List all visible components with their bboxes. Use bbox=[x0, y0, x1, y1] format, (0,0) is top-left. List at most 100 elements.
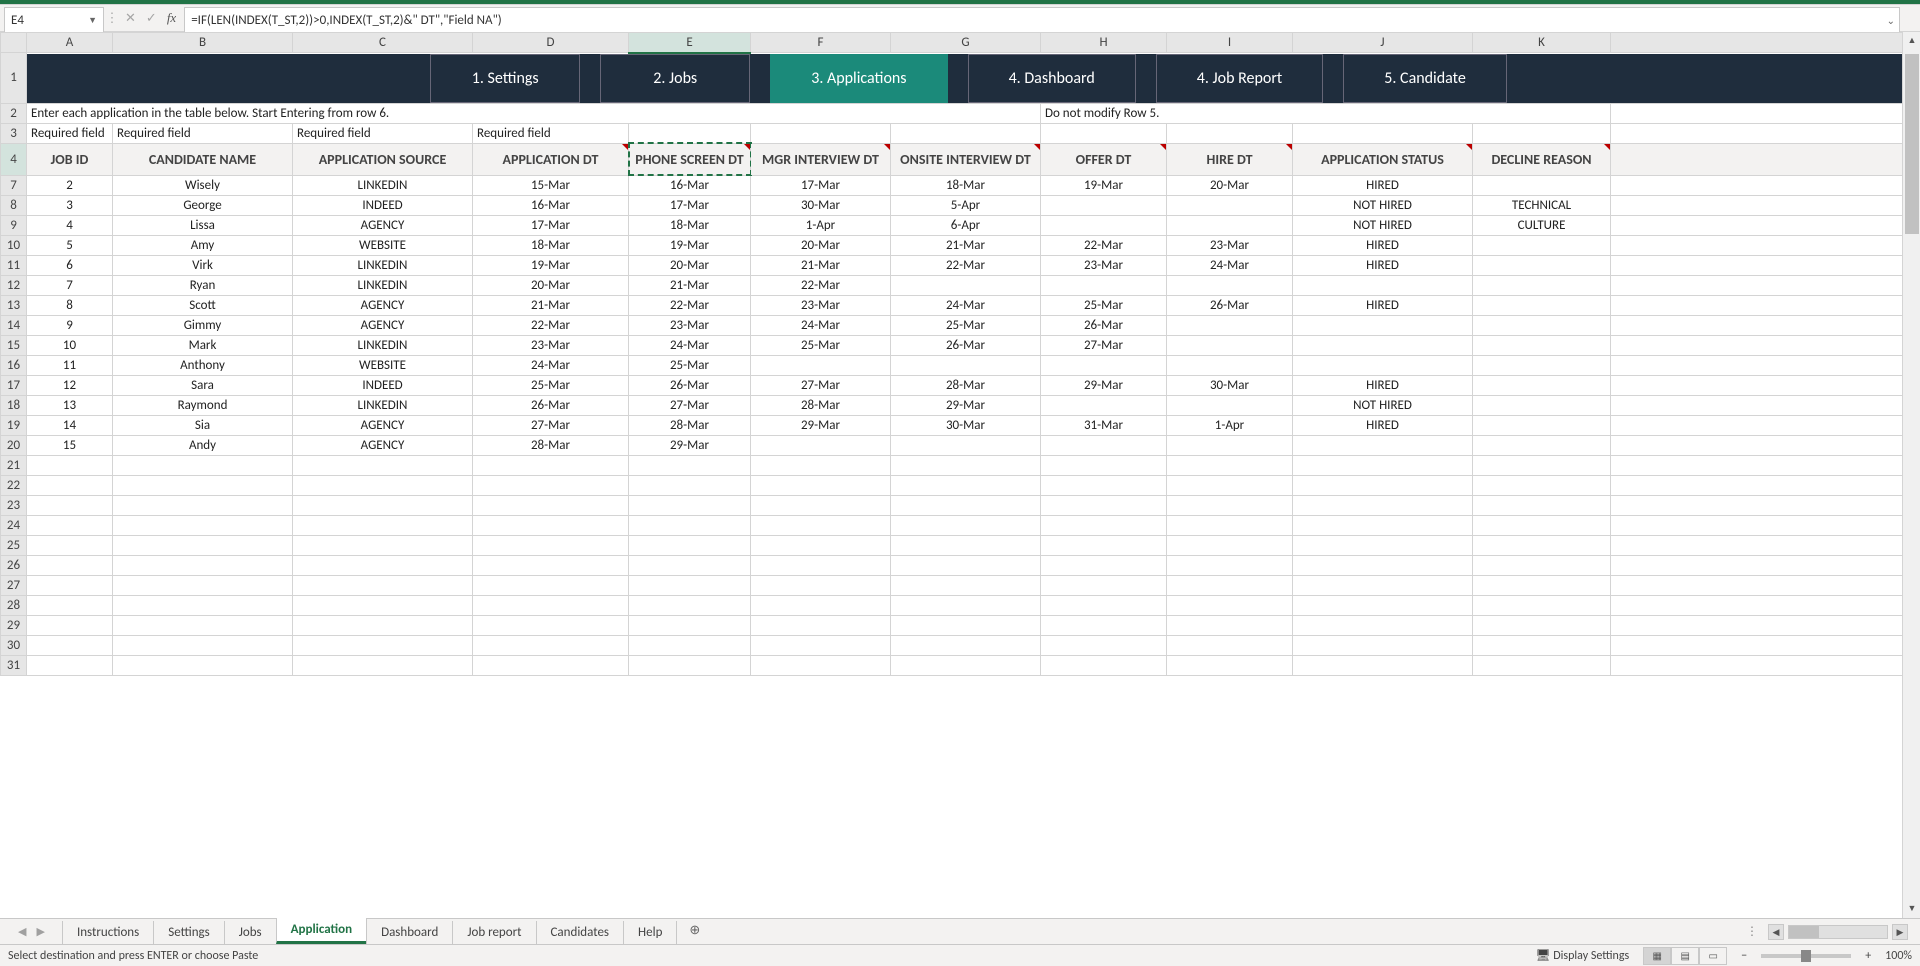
empty-cell[interactable] bbox=[1473, 655, 1611, 675]
table-header-3[interactable]: APPLICATION DT bbox=[473, 143, 629, 175]
cell-r13-c5[interactable]: 23-Mar bbox=[751, 295, 891, 315]
cell-r20-c10[interactable] bbox=[1473, 435, 1611, 455]
cell-r20-c7[interactable] bbox=[1041, 435, 1167, 455]
empty-cell[interactable] bbox=[751, 515, 891, 535]
empty-cell[interactable] bbox=[1293, 455, 1473, 475]
empty-cell[interactable] bbox=[1611, 535, 1911, 555]
cell-r9-c9[interactable]: NOT HIRED bbox=[1293, 215, 1473, 235]
empty-cell[interactable] bbox=[473, 555, 629, 575]
empty-cell[interactable] bbox=[751, 595, 891, 615]
empty-cell[interactable] bbox=[891, 495, 1041, 515]
empty-cell[interactable] bbox=[751, 555, 891, 575]
empty-cell[interactable] bbox=[113, 535, 293, 555]
empty-cell[interactable] bbox=[1041, 655, 1167, 675]
cell-r13-c4[interactable]: 22-Mar bbox=[629, 295, 751, 315]
normal-view-icon[interactable]: ▦ bbox=[1643, 947, 1671, 965]
cell-r12-c7[interactable] bbox=[1041, 275, 1167, 295]
comment-indicator-icon[interactable] bbox=[622, 144, 628, 150]
cell-r12-c5[interactable]: 22-Mar bbox=[751, 275, 891, 295]
empty-cell[interactable] bbox=[473, 515, 629, 535]
cell-r7-c5[interactable]: 17-Mar bbox=[751, 175, 891, 195]
cell-r14-c4[interactable]: 23-Mar bbox=[629, 315, 751, 335]
empty-cell[interactable] bbox=[27, 475, 113, 495]
empty-cell[interactable] bbox=[891, 515, 1041, 535]
cell-r18-c10[interactable] bbox=[1473, 395, 1611, 415]
table-header-2[interactable]: APPLICATION SOURCE bbox=[293, 143, 473, 175]
empty-cell[interactable] bbox=[1167, 595, 1293, 615]
cell-r17-c5[interactable]: 27-Mar bbox=[751, 375, 891, 395]
empty-cell[interactable] bbox=[1041, 575, 1167, 595]
cell-r16-c7[interactable] bbox=[1041, 355, 1167, 375]
cell-r7-c7[interactable]: 19-Mar bbox=[1041, 175, 1167, 195]
empty-cell[interactable] bbox=[1611, 575, 1911, 595]
cell-r17-c0[interactable]: 12 bbox=[27, 375, 113, 395]
empty-cell[interactable] bbox=[473, 475, 629, 495]
empty-cell[interactable] bbox=[1167, 455, 1293, 475]
empty-cell[interactable] bbox=[629, 615, 751, 635]
tab-prev-icon[interactable]: ◀ bbox=[18, 925, 26, 938]
empty-cell[interactable] bbox=[629, 555, 751, 575]
empty-cell[interactable] bbox=[27, 515, 113, 535]
table-header-4[interactable]: PHONE SCREEN DT bbox=[629, 143, 751, 175]
cell-r10-c7[interactable]: 22-Mar bbox=[1041, 235, 1167, 255]
cell-r19-c3[interactable]: 27-Mar bbox=[473, 415, 629, 435]
comment-indicator-icon[interactable] bbox=[1286, 144, 1292, 150]
row-header-14[interactable]: 14 bbox=[1, 315, 27, 335]
empty-cell[interactable] bbox=[751, 655, 891, 675]
cell-r12-c10[interactable] bbox=[1473, 275, 1611, 295]
cell-r19-c8[interactable]: 1-Apr bbox=[1167, 415, 1293, 435]
cell-r18-c7[interactable] bbox=[1041, 395, 1167, 415]
cell-r9-c8[interactable] bbox=[1167, 215, 1293, 235]
empty-cell[interactable] bbox=[293, 555, 473, 575]
cell-r17-c3[interactable]: 25-Mar bbox=[473, 375, 629, 395]
cell-r7-c8[interactable]: 20-Mar bbox=[1167, 175, 1293, 195]
cell-r8-c0[interactable]: 3 bbox=[27, 195, 113, 215]
cell-r18-c0[interactable]: 13 bbox=[27, 395, 113, 415]
empty-cell[interactable] bbox=[293, 495, 473, 515]
empty-cell[interactable] bbox=[1167, 575, 1293, 595]
formula-input[interactable]: =IF(LEN(INDEX(T_ST,2))>0,INDEX(T_ST,2)&"… bbox=[184, 7, 1900, 33]
cell-r20-c5[interactable] bbox=[751, 435, 891, 455]
cell-r9-c0[interactable]: 4 bbox=[27, 215, 113, 235]
empty-cell[interactable] bbox=[113, 655, 293, 675]
sheet-tab-help[interactable]: Help bbox=[623, 921, 677, 944]
cell-r17-c2[interactable]: INDEED bbox=[293, 375, 473, 395]
empty-cell[interactable] bbox=[629, 495, 751, 515]
sheet-tab-dashboard[interactable]: Dashboard bbox=[366, 921, 453, 944]
empty-cell[interactable] bbox=[629, 655, 751, 675]
empty-cell[interactable] bbox=[751, 535, 891, 555]
cell-r20-c8[interactable] bbox=[1167, 435, 1293, 455]
empty-cell[interactable] bbox=[473, 615, 629, 635]
cell-r18-c3[interactable]: 26-Mar bbox=[473, 395, 629, 415]
cell-r19-c4[interactable]: 28-Mar bbox=[629, 415, 751, 435]
cell-r7-c3[interactable]: 15-Mar bbox=[473, 175, 629, 195]
cell-r13-c7[interactable]: 25-Mar bbox=[1041, 295, 1167, 315]
name-box[interactable]: E4 ▼ bbox=[4, 7, 104, 33]
empty-cell[interactable] bbox=[113, 575, 293, 595]
zoom-in-button[interactable]: + bbox=[1865, 949, 1871, 963]
cell-r14-c6[interactable]: 25-Mar bbox=[891, 315, 1041, 335]
cell-r13-c3[interactable]: 21-Mar bbox=[473, 295, 629, 315]
empty-cell[interactable] bbox=[1167, 635, 1293, 655]
cell-r10-c4[interactable]: 19-Mar bbox=[629, 235, 751, 255]
cell-r8-c1[interactable]: George bbox=[113, 195, 293, 215]
cell-r16-c9[interactable] bbox=[1293, 355, 1473, 375]
cell-r20-c0[interactable]: 15 bbox=[27, 435, 113, 455]
cell-r7-c10[interactable] bbox=[1473, 175, 1611, 195]
empty-cell[interactable] bbox=[473, 655, 629, 675]
empty-cell[interactable] bbox=[751, 455, 891, 475]
horizontal-scrollbar[interactable]: ⋮ ◀ ▶ bbox=[1746, 919, 1920, 944]
cell-r7-c1[interactable]: Wisely bbox=[113, 175, 293, 195]
empty-cell[interactable] bbox=[891, 555, 1041, 575]
vertical-scrollbar[interactable]: ▲ ▼ bbox=[1902, 32, 1920, 918]
cell-r11-c7[interactable]: 23-Mar bbox=[1041, 255, 1167, 275]
empty-cell[interactable] bbox=[891, 455, 1041, 475]
tab-next-icon[interactable]: ▶ bbox=[36, 925, 44, 938]
empty-cell[interactable] bbox=[1293, 495, 1473, 515]
cell-r10-c9[interactable]: HIRED bbox=[1293, 235, 1473, 255]
row-header-1[interactable]: 1 bbox=[1, 53, 27, 104]
empty-cell[interactable] bbox=[1611, 635, 1911, 655]
empty-cell[interactable] bbox=[891, 635, 1041, 655]
hscroll-right-icon[interactable]: ▶ bbox=[1892, 924, 1908, 940]
table-header-1[interactable]: CANDIDATE NAME bbox=[113, 143, 293, 175]
